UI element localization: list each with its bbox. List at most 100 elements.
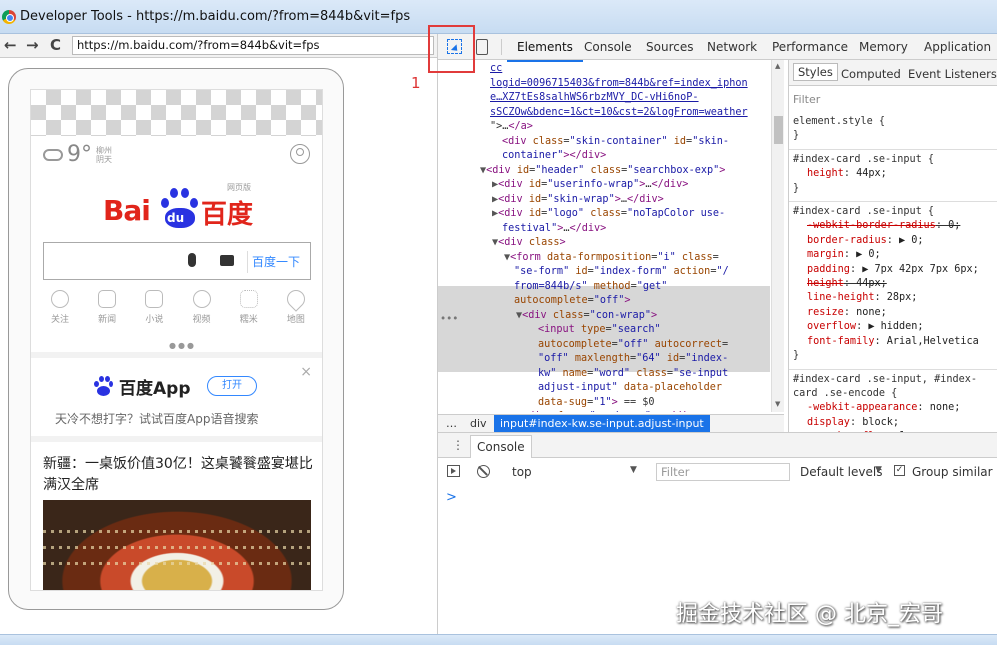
quick-nav-item-nuomi[interactable]: 糯米 [226, 290, 272, 332]
sidebar-toggle-icon[interactable] [447, 465, 460, 477]
dom-node-line[interactable]: ▶<div id="skin-wrap">…</div> [438, 193, 784, 208]
user-icon[interactable] [290, 144, 310, 164]
css-property[interactable]: line-height: 28px; [789, 291, 997, 305]
scroll-down-icon[interactable]: ▼ [775, 400, 780, 408]
css-property[interactable]: font-family: Arial,Helvetica [789, 335, 997, 349]
device-toolbar-icon[interactable] [476, 39, 488, 55]
dom-node-line[interactable]: festival">…</div> [438, 222, 784, 237]
dom-node-line[interactable]: <div class="skin-container" id="skin- [438, 135, 784, 150]
css-property[interactable]: height: 44px; [789, 167, 997, 181]
dom-node-line[interactable]: logid=0096715403&from=844b&ref=index_iph… [438, 77, 784, 92]
css-selector[interactable]: #index-card .se-input { [789, 153, 997, 167]
css-selector[interactable]: #index-card .se-input { [789, 205, 997, 219]
tab-application[interactable]: Application [924, 40, 991, 54]
quick-nav-item-map[interactable]: 地图 [273, 286, 319, 332]
css-property-name[interactable]: overflow [807, 321, 856, 332]
css-property-value[interactable]: 44px; [856, 278, 887, 289]
forward-arrow-icon[interactable]: → [26, 36, 39, 54]
tab-elements[interactable]: Elements [507, 40, 583, 62]
dom-node-line[interactable]: from=844b/s" method="get" [438, 280, 784, 295]
css-property-name[interactable]: -webkit-appearance [807, 402, 917, 413]
log-levels-dropdown[interactable]: Default levels [800, 465, 882, 479]
dom-node-line[interactable]: sSCZOw&bdenc=1&ct=10&cst=2&logFrom=weath… [438, 106, 784, 121]
css-property[interactable]: -webkit-appearance: none; [789, 401, 997, 415]
css-property-value[interactable]: Arial,Helvetica [887, 336, 979, 347]
tab-computed[interactable]: Computed [841, 67, 901, 81]
news-image[interactable] [43, 500, 311, 590]
dom-node-line[interactable]: ▼<div class> [438, 236, 784, 251]
elements-tree[interactable]: cc logid=0096715403&from=844b&ref=index_i… [438, 60, 784, 412]
css-selector[interactable]: card .se-encode { [789, 387, 997, 401]
tab-event-listeners[interactable]: Event Listeners [908, 67, 997, 81]
dom-node-line[interactable]: kw" name="word" class="se-input [438, 367, 784, 382]
css-property-value[interactable]: 28px; [887, 292, 918, 303]
styles-filter-input[interactable]: Filter [793, 93, 820, 106]
css-property-value[interactable]: 44px; [856, 168, 887, 179]
breadcrumb-selected[interactable]: input#index-kw.se-input.adjust-input [494, 415, 710, 432]
tab-console[interactable]: Console [584, 40, 632, 54]
css-property-name[interactable]: border-radius [807, 235, 887, 246]
dom-node-line[interactable]: ▶<div class="se-inner">…</div> [438, 410, 784, 412]
css-property-name[interactable]: resize [807, 307, 844, 318]
dom-node-line[interactable]: data-sug="1"> == $0 [438, 396, 784, 411]
css-property-value[interactable]: 0; [948, 220, 960, 231]
tab-performance[interactable]: Performance [772, 40, 848, 54]
dom-node-line[interactable]: ▶<div id="userinfo-wrap">…</div> [438, 178, 784, 193]
search-button[interactable]: 百度一下 [252, 253, 300, 270]
camera-icon[interactable] [220, 255, 234, 266]
weather-widget[interactable]: 9° 柳州 阴天 [43, 142, 112, 167]
css-property-value[interactable]: block; [862, 417, 899, 428]
back-arrow-icon[interactable]: ← [4, 36, 17, 54]
css-property[interactable]: border-radius: ▶ 0; [789, 234, 997, 248]
dom-node-line[interactable]: ▼<form data-formposition="i" class= [438, 251, 784, 266]
search-input[interactable]: 百度一下 [43, 242, 311, 280]
close-icon[interactable]: × [300, 364, 312, 380]
dom-node-line[interactable]: ▼<div id="header" class="searchbox-exp"> [438, 164, 784, 179]
dom-node-line[interactable]: "se-form" id="index-form" action="/ [438, 265, 784, 280]
css-property-value[interactable]: ▶ hidden; [868, 321, 923, 332]
css-property[interactable]: height: 44px; [789, 277, 997, 291]
breadcrumb-ellipsis[interactable]: … [446, 415, 457, 432]
css-rule-end[interactable]: } [789, 182, 997, 196]
quick-nav-item-video[interactable]: 视频 [179, 290, 225, 332]
more-options-icon[interactable]: ⋮ [452, 438, 464, 452]
dom-node-line[interactable]: container"></div> [438, 149, 784, 164]
css-property-name[interactable]: height [807, 168, 844, 179]
quick-nav-item-follow[interactable]: 关注 [37, 290, 83, 332]
css-property-value[interactable]: none; [930, 402, 961, 413]
css-property-value[interactable]: ▶ 7px 42px 7px 6px; [862, 264, 979, 275]
quick-nav-item-novel[interactable]: 小说 [131, 290, 177, 332]
group-similar-checkbox[interactable]: ✓ [894, 465, 905, 476]
css-property[interactable]: display: block; [789, 416, 997, 430]
css-property-value[interactable]: ▶ 0; [856, 249, 881, 260]
dom-node-line[interactable]: cc [438, 62, 784, 77]
css-property-name[interactable]: display [807, 417, 850, 428]
css-property[interactable]: padding: ▶ 7px 42px 7px 6px; [789, 263, 997, 277]
css-property[interactable]: overflow: ▶ hidden; [789, 320, 997, 334]
chevron-down-icon[interactable]: ▼ [875, 465, 882, 475]
css-selector[interactable]: element.style { [789, 115, 997, 129]
css-property-value[interactable]: none; [856, 307, 887, 318]
css-property[interactable]: resize: none; [789, 306, 997, 320]
node-options-icon[interactable]: ••• [438, 313, 784, 328]
css-rule-end[interactable]: } [789, 129, 997, 143]
css-rule-end[interactable]: } [789, 349, 997, 363]
microphone-icon[interactable] [188, 253, 196, 267]
tab-sources[interactable]: Sources [646, 40, 693, 54]
scrollbar-thumb[interactable] [774, 116, 783, 144]
dom-node-line[interactable]: ▶<div id="logo" class="noTapColor use- [438, 207, 784, 222]
tab-console-drawer[interactable]: Console [470, 435, 532, 458]
tab-memory[interactable]: Memory [859, 40, 908, 54]
dom-node-line[interactable]: autocomplete="off" autocorrect= [438, 338, 784, 353]
clear-console-icon[interactable] [477, 465, 490, 478]
dom-node-line[interactable]: autocomplete="off"> [438, 294, 784, 309]
css-property-name[interactable]: font-family [807, 336, 874, 347]
dom-node-line[interactable]: adjust-input" data-placeholder [438, 381, 784, 396]
address-bar[interactable]: https://m.baidu.com/?from=844b&vit=fps [72, 36, 434, 55]
scroll-up-icon[interactable]: ▲ [775, 62, 780, 70]
css-property-name[interactable]: line-height [807, 292, 874, 303]
css-selector[interactable]: #index-card .se-input, #index- [789, 373, 997, 387]
dom-node-line[interactable]: e…XZ7tEs8salhWS6rbzMVY_DC-vHi6noP- [438, 91, 784, 106]
elements-scrollbar[interactable]: ▲ ▼ [771, 60, 784, 412]
css-property[interactable]: -webkit-border-radius: 0; [789, 219, 997, 233]
